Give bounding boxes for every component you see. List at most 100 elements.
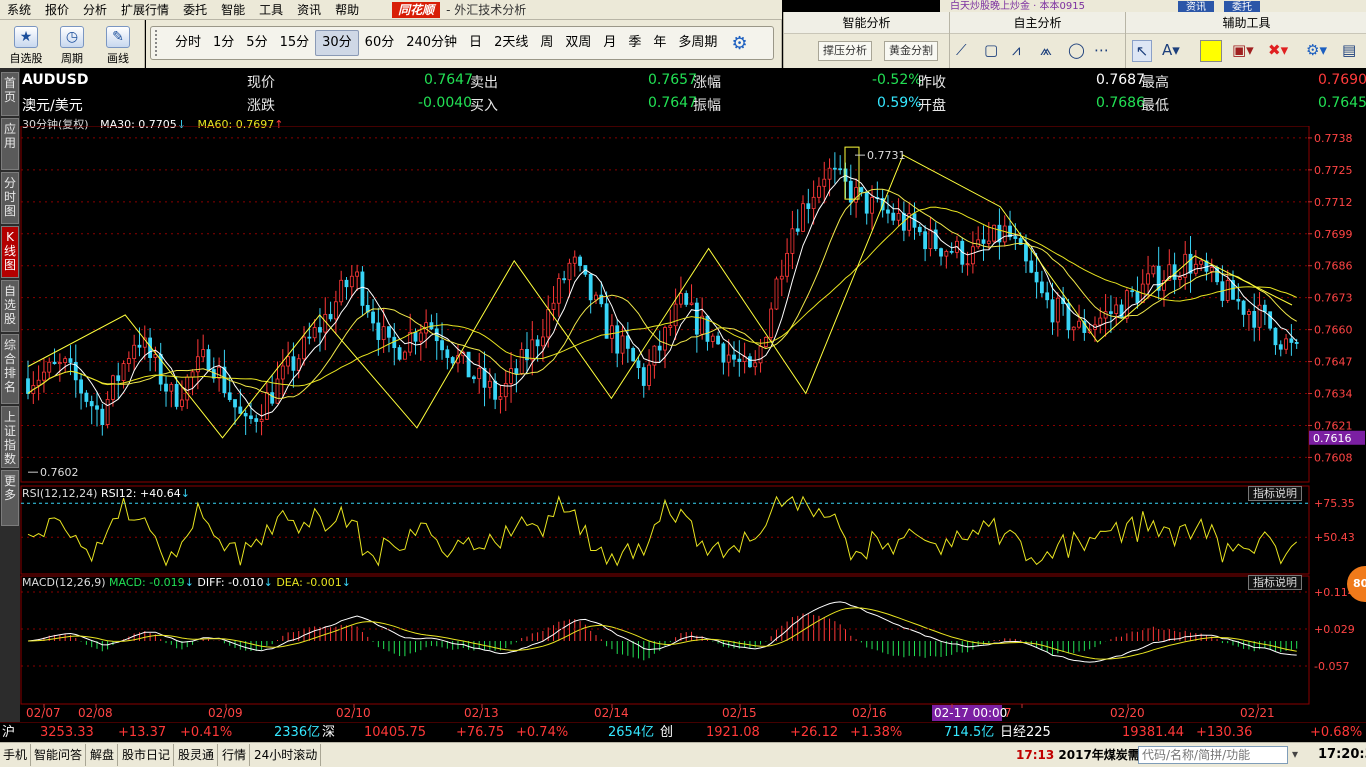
draw-line-button[interactable]: ✎ 画线: [98, 24, 138, 66]
status-mobile[interactable]: 手机: [0, 744, 32, 766]
candle-body: [610, 325, 614, 339]
time-tick-label: 02/21: [1240, 706, 1275, 720]
stamp-icon[interactable]: ▣▾: [1232, 40, 1254, 60]
candle-body: [206, 349, 211, 370]
moving-averages: [27, 174, 1298, 417]
candle-body: [174, 383, 179, 407]
candle-body: [748, 356, 752, 368]
delete-icon[interactable]: ✖▾: [1268, 40, 1288, 60]
menu-quote[interactable]: 报价: [38, 0, 76, 20]
period-day[interactable]: 日: [463, 31, 488, 55]
more-tools-icon[interactable]: ⋯: [1094, 40, 1109, 60]
menu-tools[interactable]: 工具: [252, 0, 290, 20]
kline-chart[interactable]: 0.7738 0.7725 0.7712 0.7699 0.7686 0.7673 0.76…: [20, 126, 1366, 722]
period-1min[interactable]: 1分: [207, 31, 240, 55]
menu-news[interactable]: 资讯: [290, 0, 328, 20]
status-qa[interactable]: 智能问答: [31, 744, 87, 766]
polyline-tool-icon[interactable]: ⩘: [1012, 40, 1020, 60]
candle-body: [185, 376, 190, 401]
settings-gear-icon[interactable]: ⚙▾: [1306, 40, 1327, 60]
candle-body: [1247, 311, 1251, 315]
rsi-arrow-icon: ↓: [180, 487, 190, 500]
favorites-button[interactable]: ★ 自选股: [6, 24, 46, 66]
ellipse-tool-icon[interactable]: ◯: [1068, 40, 1085, 60]
search-input[interactable]: [1138, 746, 1288, 764]
rsi-help-button[interactable]: 指标说明: [1248, 486, 1302, 501]
candle-body: [371, 311, 375, 324]
period-5min[interactable]: 5分: [240, 31, 273, 55]
search-dropdown-icon[interactable]: ▾: [1292, 743, 1298, 765]
menu-system[interactable]: 系统: [0, 0, 38, 20]
candle-body: [636, 360, 641, 369]
news-text: 2017年煤炭需: [1058, 748, 1140, 762]
candle-body: [1098, 317, 1103, 326]
toolbar-grip[interactable]: [155, 30, 163, 56]
candle-body: [445, 349, 450, 358]
diff-line: [27, 601, 1297, 663]
text-tool-icon[interactable]: A▾: [1162, 40, 1180, 60]
menu-trade[interactable]: 委托: [176, 0, 214, 20]
line-tool-icon[interactable]: ⟋: [956, 40, 967, 60]
status-stock-link[interactable]: 股灵通: [175, 744, 219, 766]
candle-body: [928, 229, 933, 250]
period-240min[interactable]: 240分钟: [400, 31, 463, 55]
candle-body: [1284, 338, 1288, 350]
side-tab-ranking[interactable]: 综合排名: [1, 334, 19, 404]
status-diary[interactable]: 股市日记: [119, 744, 175, 766]
golden-section-button[interactable]: 黄金分割: [884, 41, 938, 61]
price-annotations: 0.7731 0.7602: [28, 146, 906, 479]
ticker-sh-name: 沪: [2, 725, 16, 740]
side-tab-home[interactable]: 首页: [1, 72, 19, 116]
side-tab-timeline[interactable]: 分时图: [1, 172, 19, 224]
rsi-line: [27, 495, 1298, 567]
period-button[interactable]: ◷ 周期: [52, 24, 92, 66]
menu-extended-quote[interactable]: 扩展行情: [114, 0, 176, 20]
candle-body: [1039, 281, 1044, 294]
period-week[interactable]: 周: [534, 31, 559, 55]
price-tick-label: 0.7686: [1314, 260, 1353, 273]
period-multi[interactable]: 多周期: [672, 31, 723, 55]
wave-tool-icon[interactable]: ⩕: [1040, 40, 1052, 60]
period-15min[interactable]: 15分: [274, 31, 316, 55]
macd-help-button[interactable]: 指标说明: [1248, 575, 1302, 590]
side-tab-more[interactable]: 更多: [1, 470, 19, 526]
period-year[interactable]: 年: [647, 31, 672, 55]
gear-icon[interactable]: ⚙: [731, 33, 747, 54]
candle-body: [95, 405, 99, 410]
period-timeline[interactable]: 分时: [169, 31, 207, 55]
period-30min[interactable]: 30分: [315, 30, 359, 56]
candle-body: [1050, 299, 1055, 323]
status-24h[interactable]: 24小时滚动: [251, 744, 322, 766]
status-analysis[interactable]: 解盘: [87, 744, 119, 766]
candle-body: [981, 239, 986, 244]
app-title: - 外汇技术分析: [446, 3, 527, 17]
time-tick-label: 02/16: [852, 706, 887, 720]
status-quote[interactable]: 行情: [219, 744, 251, 766]
side-tab-sse-index[interactable]: 上证指数: [1, 406, 19, 468]
period-60min[interactable]: 60分: [359, 31, 401, 55]
side-tab-favorites[interactable]: 自选股: [1, 280, 19, 332]
candle-body: [509, 368, 513, 384]
candle-body: [535, 339, 540, 347]
period-quarter[interactable]: 季: [622, 31, 647, 55]
side-tab-kline[interactable]: K线图: [1, 226, 19, 278]
rsi-axis-label: +50.43: [1314, 531, 1355, 544]
panel-icon[interactable]: ▤: [1342, 40, 1356, 60]
period-month[interactable]: 月: [597, 31, 622, 55]
smart-analysis-title: 智能分析: [784, 12, 949, 34]
support-resistance-button[interactable]: 撑压分析: [818, 41, 872, 61]
period-2day[interactable]: 2天线: [488, 31, 534, 55]
candle-body: [763, 337, 768, 348]
cursor-icon[interactable]: ↖: [1132, 40, 1152, 62]
news-scroll[interactable]: 17:13 2017年煤炭需: [1016, 744, 1140, 766]
color-swatch[interactable]: [1200, 40, 1222, 62]
side-tab-apps[interactable]: 应用: [1, 118, 19, 170]
candle-body: [1071, 326, 1076, 331]
candle-body: [57, 362, 62, 365]
menu-analysis[interactable]: 分析: [76, 0, 114, 20]
menu-smart[interactable]: 智能: [214, 0, 252, 20]
rect-tool-icon[interactable]: ▢: [984, 40, 998, 60]
menu-help[interactable]: 帮助: [328, 0, 366, 20]
period-2week[interactable]: 双周: [559, 31, 597, 55]
candle-body: [355, 271, 360, 277]
